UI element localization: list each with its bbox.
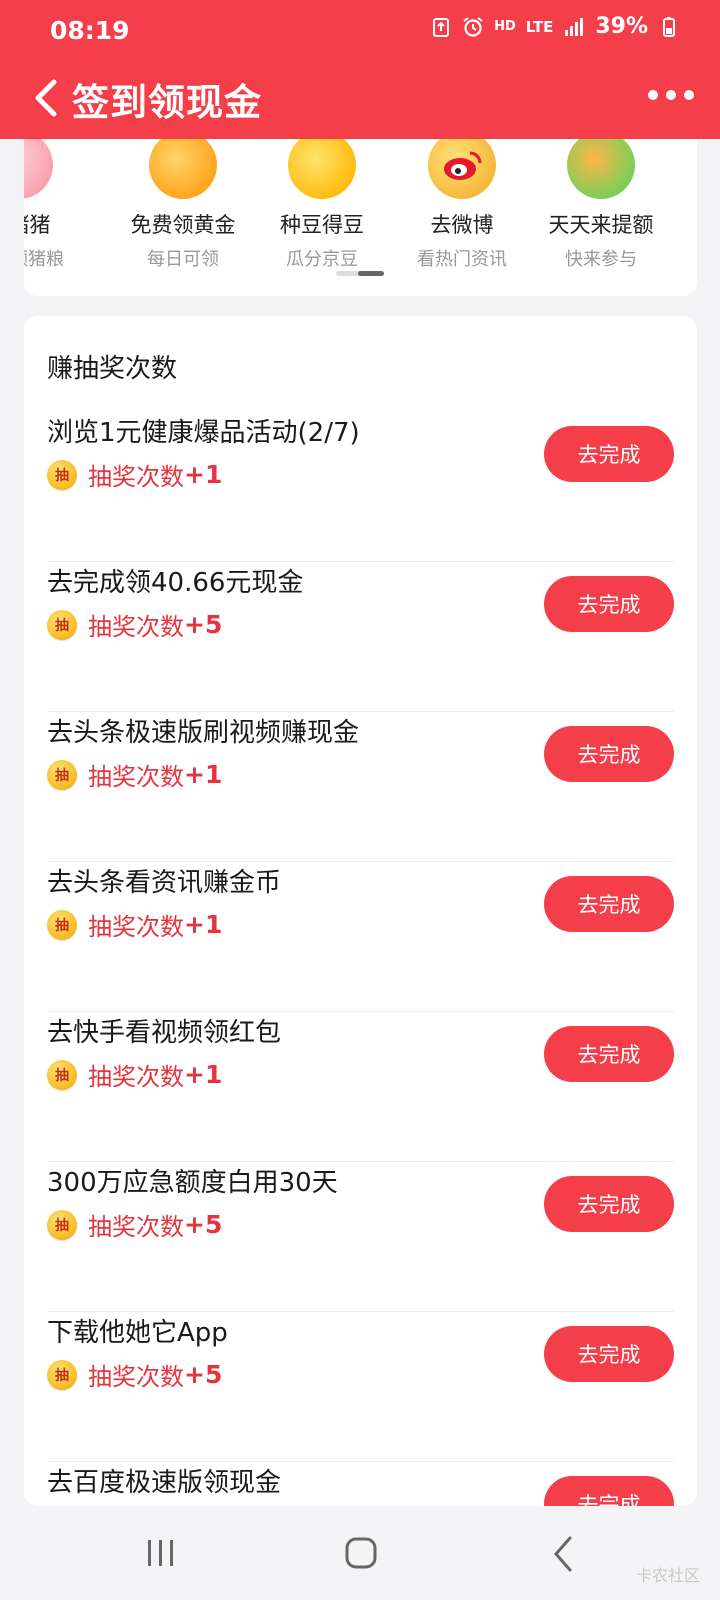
go-complete-button[interactable]: 去完成 [544,1476,674,1506]
recycle-icon [433,17,450,37]
shortcut-name: 天天来提额 [548,213,654,237]
go-complete-button[interactable]: 去完成 [544,576,674,632]
task-item: 去头条看资讯赚金币 抽 抽奖次数 +1 去完成 [47,862,674,1012]
system-nav-bar: 卡农社区 [0,1506,720,1600]
task-item: 去快手看视频领红包 抽 抽奖次数 +1 去完成 [47,1012,674,1162]
back-arrow-icon[interactable] [28,76,64,120]
title-bar: 签到领现金 [0,60,720,139]
reward-count: +5 [184,1210,223,1239]
shortcut-pig[interactable]: 养猪猪 天天领猪粮 [24,139,90,271]
app-header: 08:19 HD LTE 39% 签到领现金 [0,0,720,139]
hd-label: HD [494,19,516,34]
shortcut-sub: 瓜分京豆 [286,249,358,270]
reward-label: 抽奖次数 [88,1063,184,1091]
watermark: 卡农社区 [635,1566,700,1585]
task-title: 去完成领40.66元现金 [47,568,304,598]
home-icon[interactable] [344,1536,378,1570]
go-complete-button[interactable]: 去完成 [544,1326,674,1382]
go-complete-button[interactable]: 去完成 [544,726,674,782]
task-title: 下载他她它App [47,1318,228,1348]
reward-count: +5 [184,1360,223,1389]
coin-icon: 抽 [47,909,77,940]
task-title: 去头条极速版刷视频赚现金 [47,718,360,748]
task-item: 浏览1元健康爆品活动(2/7) 抽 抽奖次数 +1 去完成 [47,412,674,562]
recent-apps-icon[interactable] [146,1538,176,1568]
go-complete-button[interactable]: 去完成 [544,426,674,482]
shortcut-sub: 看热门资讯 [417,249,507,270]
coin-icon: 抽 [47,609,77,640]
go-complete-button[interactable]: 去完成 [544,876,674,932]
task-reward: 抽 抽奖次数 +5 [47,607,222,642]
reward-label: 抽奖次数 [88,913,184,941]
shortcut-name: 免费领黄金 [130,213,236,237]
task-reward: 抽 抽奖次数 +1 [47,907,222,942]
pig-icon [24,139,53,199]
task-title: 浏览1元健康爆品活动(2/7) [47,418,360,448]
task-item: 去头条极速版刷视频赚现金 抽 抽奖次数 +1 去完成 [47,712,674,862]
task-item: 去完成领40.66元现金 抽 抽奖次数 +5 去完成 [47,562,674,712]
reward-label: 抽奖次数 [88,763,184,791]
shortcut-name: 养猪猪 [24,213,51,237]
reward-count: +1 [184,1060,223,1089]
reward-label: 抽奖次数 [88,1213,184,1241]
page-title: 签到领现金 [72,81,262,124]
weibo-icon [428,139,496,199]
coin-icon: 抽 [47,1059,77,1090]
more-menu-icon[interactable] [648,90,694,100]
task-reward: 抽 抽奖次数 +1 [47,457,222,492]
shortcut-weibo[interactable]: 去微博 看热门资讯 [391,139,533,271]
lte-label: LTE [525,17,554,36]
task-reward: 抽 抽奖次数 +5 [47,1207,222,1242]
reward-label: 抽奖次数 [88,1363,184,1391]
battery-percent: 39% [595,14,648,39]
section-title: 赚抽奖次数 [47,354,178,384]
coin-icon: 抽 [47,759,77,790]
shortcut-sub: 快来参与 [565,249,637,270]
shortcut-bean[interactable]: 种豆得豆 瓜分京豆 [251,139,393,271]
coin-icon: 抽 [47,1209,77,1240]
task-title: 去头条看资讯赚金币 [47,868,282,898]
signal-icon [565,17,584,36]
shortcut-sub: 天天领猪粮 [24,249,64,270]
shortcut-name: 种豆得豆 [280,213,364,237]
go-complete-button[interactable]: 去完成 [544,1026,674,1082]
gold-icon [149,139,217,199]
shortcut-name: 去微博 [430,213,494,237]
reward-count: +1 [184,910,223,939]
bird-icon [567,139,635,199]
task-title: 300万应急额度白用30天 [47,1168,338,1198]
reward-count: +1 [184,460,223,489]
task-card: 赚抽奖次数 浏览1元健康爆品活动(2/7) 抽 抽奖次数 +1 去完成 去完成领… [24,316,697,1506]
page-indicator [336,271,384,276]
coin-icon: 抽 [47,1359,77,1390]
task-reward: 抽 抽奖次数 +5 [47,1357,222,1392]
shortcut-gold[interactable]: 免费领黄金 每日可领 [112,139,254,271]
task-title: 去快手看视频领红包 [47,1018,282,1048]
reward-count: +5 [184,610,223,639]
task-title: 去百度极速版领现金 [47,1468,282,1498]
task-reward: 抽 抽奖次数 +1 [47,1057,222,1092]
coin-icon: 抽 [47,459,77,490]
alarm-icon [463,16,483,37]
task-item: 下载他她它App 抽 抽奖次数 +5 去完成 [47,1312,674,1462]
shortcut-limit[interactable]: 天天来提额 快来参与 [530,139,672,271]
nav-back-icon[interactable] [550,1534,576,1574]
reward-count: +1 [184,760,223,789]
shortcut-sub: 每日可领 [147,249,219,270]
task-item: 300万应急额度白用30天 抽 抽奖次数 +5 去完成 [47,1162,674,1312]
task-reward: 抽 抽奖次数 +1 [47,757,222,792]
bean-icon [288,139,356,199]
battery-icon [663,16,675,37]
reward-label: 抽奖次数 [88,463,184,491]
status-bar: 08:19 HD LTE 39% [0,0,720,60]
shortcut-row: 养猪猪 天天领猪粮 免费领黄金 每日可领 种豆得豆 瓜分京豆 去微博 看热门资讯… [24,139,697,296]
status-time: 08:19 [50,16,130,45]
status-icons: HD LTE 39% [430,14,680,39]
go-complete-button[interactable]: 去完成 [544,1176,674,1232]
task-item: 去百度极速版领现金 去完成 [47,1462,674,1506]
reward-label: 抽奖次数 [88,613,184,641]
